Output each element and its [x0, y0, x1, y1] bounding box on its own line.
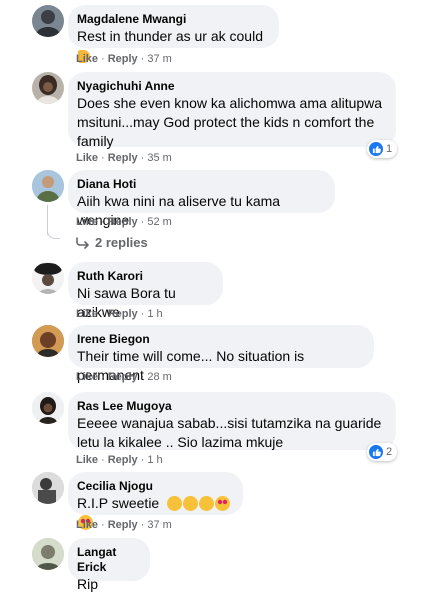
avatar[interactable]	[32, 392, 64, 424]
avatar[interactable]	[32, 72, 64, 104]
comment-bubble: Ras Lee Mugoya Eeeee wanajua sabab...sis…	[68, 392, 396, 450]
like-link[interactable]: Like	[76, 519, 98, 531]
avatar[interactable]	[32, 262, 64, 294]
like-link[interactable]: Like	[76, 454, 98, 466]
heart-eyes-face-icon	[215, 496, 231, 511]
like-link[interactable]: Like	[76, 152, 98, 164]
comment-actions: Like · Reply · 37 m	[76, 519, 172, 531]
comment-bubble: Ruth Karori Ni sawa Bora tu azikwe	[68, 262, 223, 320]
like-link[interactable]: Like	[76, 216, 98, 228]
thread-line	[47, 224, 60, 239]
comment-bubble: Cecilia Njogu R.I.P sweetie	[68, 472, 243, 530]
reply-arrow-icon	[76, 236, 89, 249]
timestamp[interactable]: 1 h	[147, 454, 162, 466]
reply-link[interactable]: Reply	[108, 152, 138, 164]
comment-bubble: Irene Biegon Their time will come... No …	[68, 325, 374, 383]
timestamp[interactable]: 52 m	[147, 216, 171, 228]
reply-link[interactable]: Reply	[108, 371, 138, 383]
avatar[interactable]	[32, 472, 64, 504]
comment-text: Eeeee wanajua sabab...sisi tutamzika na …	[77, 415, 382, 450]
avatar[interactable]	[32, 5, 64, 37]
avatar[interactable]	[32, 170, 64, 202]
timestamp[interactable]: 1 h	[147, 308, 162, 320]
comment-bubble: Magdalene Mwangi Rest in thunder as ur a…	[68, 5, 279, 63]
reply-link[interactable]: Reply	[108, 308, 138, 320]
comment-bubble: Nyagichuhi Anne Does she even know ka al…	[68, 72, 396, 149]
timestamp[interactable]: 28 m	[147, 371, 171, 383]
comment-author[interactable]: Ruth Karori	[77, 269, 212, 284]
pleading-face-icon	[199, 496, 215, 511]
timestamp[interactable]: 37 m	[147, 53, 171, 65]
reply-link[interactable]: Reply	[108, 216, 138, 228]
comment-bubble: Diana Hoti Aiih kwa nini na aliserve tu …	[68, 170, 335, 228]
comment-author[interactable]: Nyagichuhi Anne	[77, 79, 385, 94]
reply-link[interactable]: Reply	[108, 454, 138, 466]
reaction-count[interactable]: 1	[367, 140, 398, 158]
pleading-face-icon	[183, 496, 199, 511]
comment-author[interactable]: Ras Lee Mugoya	[77, 399, 385, 414]
pleading-face-icon	[167, 496, 183, 511]
thumbs-up-icon	[369, 445, 383, 459]
like-link[interactable]: Like	[76, 371, 98, 383]
view-replies-link[interactable]: 2 replies	[76, 235, 148, 250]
reply-link[interactable]: Reply	[108, 53, 138, 65]
comment-actions: Like · Reply · 37 m	[76, 53, 172, 65]
reaction-count[interactable]: 2	[367, 443, 398, 461]
comment-text: Does she even know ka alichomwa ama alit…	[77, 95, 383, 149]
comment-author[interactable]: Magdalene Mwangi	[77, 12, 268, 27]
comment-author[interactable]: Cecilia Njogu	[77, 479, 232, 494]
like-link[interactable]: Like	[76, 308, 98, 320]
reply-link[interactable]: Reply	[108, 519, 138, 531]
timestamp[interactable]: 37 m	[147, 519, 171, 531]
avatar[interactable]	[32, 538, 64, 570]
comment-actions: Like · Reply · 28 m	[76, 371, 172, 383]
comment-author[interactable]: Irene Biegon	[77, 332, 363, 347]
comment-author[interactable]: Diana Hoti	[77, 177, 324, 192]
timestamp[interactable]: 35 m	[147, 152, 171, 164]
comment-actions: Like · Reply · 1 h	[76, 308, 163, 320]
comment-actions: Like · Reply · 1 h	[76, 454, 163, 466]
comment-actions: Like · Reply · 35 m	[76, 152, 172, 164]
comment-author[interactable]: Langat Erick	[77, 545, 139, 575]
thumbs-up-icon	[369, 142, 383, 156]
comment-text: Rip	[77, 576, 99, 592]
comment-actions: Like · Reply · 52 m	[76, 216, 172, 228]
avatar[interactable]	[32, 325, 64, 357]
comment-bubble: Langat Erick Rip	[68, 538, 150, 592]
like-link[interactable]: Like	[76, 53, 98, 65]
